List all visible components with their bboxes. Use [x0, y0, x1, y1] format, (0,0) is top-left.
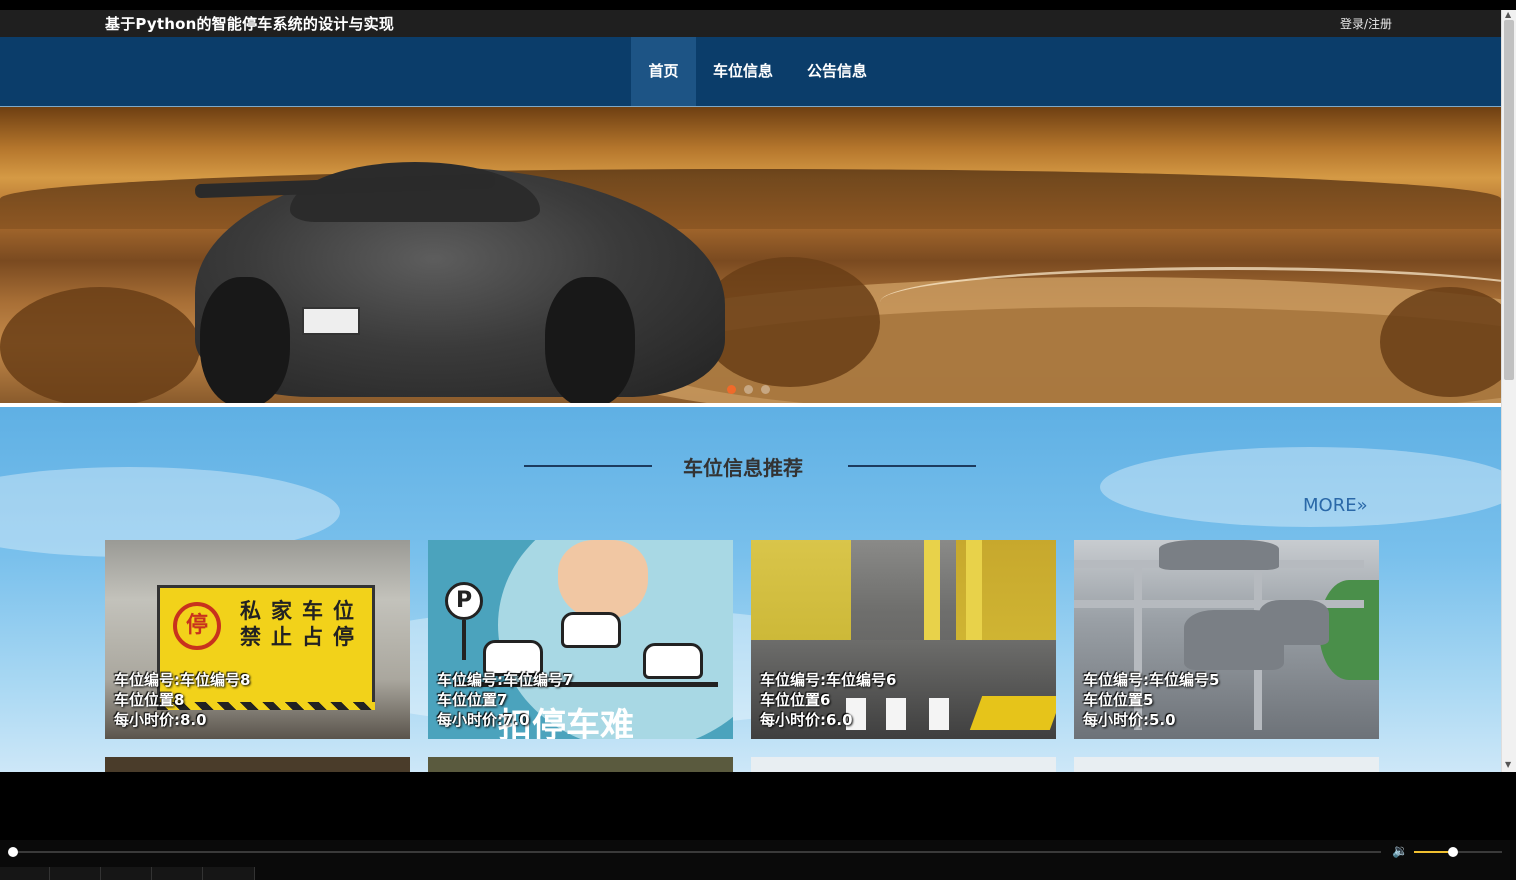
title-divider-left — [524, 465, 652, 467]
more-link[interactable]: MORE» — [1303, 495, 1368, 516]
hand-illustration — [558, 540, 648, 620]
card-spot-location: 车位位置6 — [760, 691, 831, 709]
player-tab[interactable] — [152, 867, 203, 880]
player-tab[interactable] — [203, 867, 255, 880]
title-divider-right — [848, 465, 976, 467]
banner-shrub — [700, 257, 880, 387]
carousel-indicators — [727, 379, 778, 398]
stacked-car — [1159, 540, 1279, 570]
zebra-stripe — [929, 698, 949, 730]
hero-banner-carousel[interactable] — [0, 107, 1501, 403]
card-spot-number: 车位编号:车位编号5 — [1083, 671, 1220, 689]
card-spot-location: 车位位置8 — [114, 691, 185, 709]
parking-card-partial[interactable] — [105, 757, 410, 772]
player-tab[interactable] — [101, 867, 152, 880]
recommend-section: 车位信息推荐 MORE» 停 私家车位 禁止占停 车位编号:车位编号8 车位位置… — [0, 407, 1501, 772]
bg-cloud — [1100, 447, 1501, 527]
card-spot-number: 车位编号:车位编号7 — [437, 671, 574, 689]
site-title: 基于Python的智能停车系统的设计与实现 — [105, 15, 395, 33]
login-register-link[interactable]: 登录/注册 — [1340, 15, 1392, 32]
carousel-dot-2[interactable] — [744, 385, 753, 394]
parking-card[interactable]: 停 私家车位 禁止占停 车位编号:车位编号8 车位位置8 每小时价:8.0 — [105, 540, 410, 739]
progress-bar[interactable] — [13, 851, 1381, 853]
volume-knob[interactable] — [1448, 847, 1458, 857]
card-spot-number: 车位编号:车位编号8 — [114, 671, 251, 689]
card-info: 车位编号:车位编号8 车位位置8 每小时价:8.0 — [114, 670, 250, 730]
card-info: 车位编号:车位编号5 车位位置5 每小时价:5.0 — [1083, 670, 1219, 730]
video-player-controls: 🔉 — [0, 840, 1516, 880]
player-bottom-strip — [0, 867, 1516, 880]
card-spot-location: 车位位置5 — [1083, 691, 1154, 709]
card-info: 车位编号:车位编号7 车位位置7 每小时价:7.0 — [437, 670, 573, 730]
card-spot-location: 车位位置7 — [437, 691, 508, 709]
stacked-car — [1259, 600, 1329, 645]
section-title: 车位信息推荐 — [683, 456, 803, 480]
banner-car-plate — [302, 307, 360, 335]
parking-p-icon: P — [445, 582, 483, 620]
car-icon — [561, 612, 621, 648]
banner-car-wheel — [545, 277, 635, 403]
nav-item-announcements[interactable]: 公告信息 — [797, 37, 877, 106]
banner-car-wheel — [200, 277, 290, 403]
scroll-thumb[interactable] — [1504, 20, 1514, 380]
parking-card[interactable]: 车位编号:车位编号6 车位位置6 每小时价:6.0 — [751, 540, 1056, 739]
carousel-dot-3[interactable] — [761, 385, 770, 394]
parking-card[interactable]: P 扣停车难 车位编号:车位编号7 车位位置7 每小时价:7.0 — [428, 540, 733, 739]
card-spot-number: 车位编号:车位编号6 — [760, 671, 897, 689]
scroll-up-icon[interactable]: ▲ — [1505, 10, 1511, 19]
no-parking-icon: 停 — [173, 602, 221, 650]
page-scrollbar[interactable]: ▲ ▼ — [1501, 10, 1516, 772]
progress-knob[interactable] — [8, 847, 18, 857]
car-icon — [643, 643, 703, 679]
card-hourly-price: 每小时价:6.0 — [760, 711, 853, 729]
carousel-dot-1[interactable] — [727, 385, 736, 394]
card-hourly-price: 每小时价:5.0 — [1083, 711, 1176, 729]
browser-viewport: 基于Python的智能停车系统的设计与实现 登录/注册 首页 车位信息 公告信息… — [0, 10, 1516, 772]
banner-hills — [0, 169, 1501, 229]
volume-icon[interactable]: 🔉 — [1392, 844, 1408, 859]
parking-card-partial[interactable] — [1074, 757, 1379, 772]
card-info: 车位编号:车位编号6 车位位置6 每小时价:6.0 — [760, 670, 896, 730]
scroll-down-icon[interactable]: ▼ — [1505, 760, 1511, 769]
sign-text: 私家车位 禁止占停 — [240, 599, 364, 649]
floor-marking — [969, 696, 1056, 730]
player-tab[interactable] — [0, 867, 50, 880]
nav-item-parking-info[interactable]: 车位信息 — [703, 37, 783, 106]
player-tab[interactable] — [50, 867, 101, 880]
nav-item-home[interactable]: 首页 — [631, 37, 696, 106]
parking-card-partial[interactable] — [428, 757, 733, 772]
card-hourly-price: 每小时价:8.0 — [114, 711, 207, 729]
banner-shrub — [0, 287, 200, 403]
parking-card[interactable]: 车位编号:车位编号5 车位位置5 每小时价:5.0 — [1074, 540, 1379, 739]
parking-card-partial[interactable] — [751, 757, 1056, 772]
parking-sign-post — [462, 620, 466, 660]
card-hourly-price: 每小时价:7.0 — [437, 711, 530, 729]
main-nav: 首页 车位信息 公告信息 — [0, 37, 1501, 107]
top-bar: 基于Python的智能停车系统的设计与实现 登录/注册 — [0, 10, 1501, 37]
